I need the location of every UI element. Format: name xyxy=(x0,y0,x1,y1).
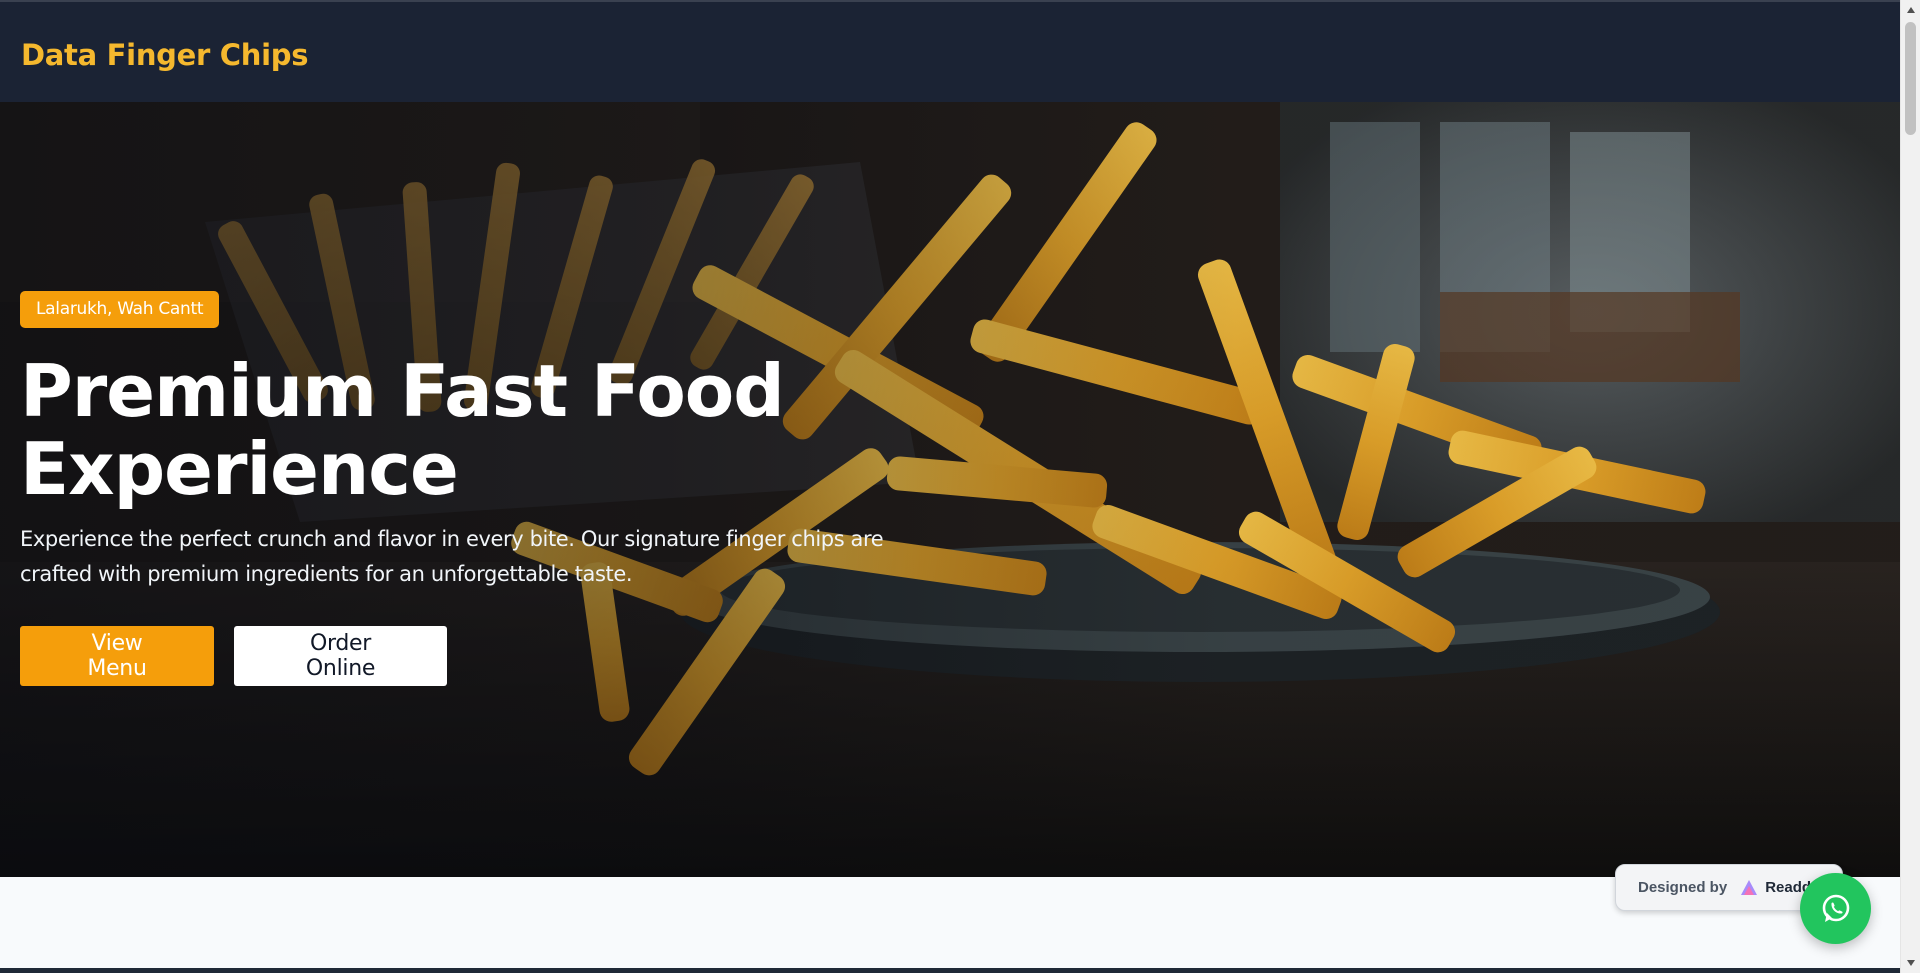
readdy-logo-icon xyxy=(1741,879,1758,895)
hero-description: Experience the perfect crunch and flavor… xyxy=(20,527,884,586)
hero-section: Lalarukh, Wah Cantt Premium Fast Food Ex… xyxy=(0,102,1900,877)
page-scrollbar[interactable] xyxy=(1900,0,1920,973)
view-menu-button[interactable]: View Menu xyxy=(20,626,214,686)
scrollbar-thumb[interactable] xyxy=(1905,22,1916,135)
order-online-button[interactable]: Order Online xyxy=(234,626,447,686)
hero-title: Premium Fast Food Experience xyxy=(20,352,880,508)
hero-title-line1: Premium Fast Food xyxy=(20,349,785,433)
top-navbar: Data Finger Chips xyxy=(0,0,1900,102)
designed-by-label: Designed by xyxy=(1638,879,1728,896)
brand-logo-text[interactable]: Data Finger Chips xyxy=(21,38,308,72)
whatsapp-button[interactable] xyxy=(1800,873,1871,944)
bottom-edge xyxy=(0,968,1900,973)
hero-actions: View Menu Order Online xyxy=(20,626,920,686)
hero-content: Lalarukh, Wah Cantt Premium Fast Food Ex… xyxy=(20,291,920,686)
scroll-down-arrow-icon[interactable] xyxy=(1901,953,1920,973)
location-badge: Lalarukh, Wah Cantt xyxy=(20,291,220,328)
hero-title-line2: Experience xyxy=(20,427,459,511)
scroll-up-arrow-icon[interactable] xyxy=(1901,0,1920,20)
page: Data Finger Chips Lalarukh, Wah Cantt Pr… xyxy=(0,0,1900,973)
whatsapp-icon xyxy=(1822,894,1849,922)
